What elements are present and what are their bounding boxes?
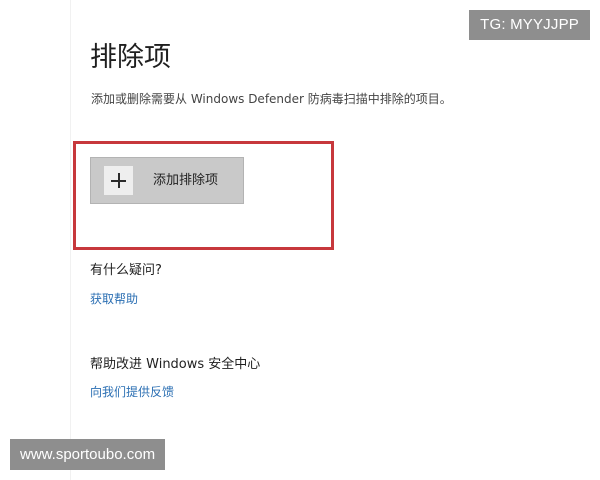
plus-icon	[104, 166, 133, 195]
exclusions-settings-page: TG: MYYJJPP 排除项 添加或删除需要从 Windows Defende…	[0, 0, 600, 480]
pane-divider	[70, 0, 71, 480]
give-feedback-link[interactable]: 向我们提供反馈	[90, 383, 174, 401]
add-exclusion-button[interactable]: 添加排除项	[90, 157, 244, 204]
improve-security-heading: 帮助改进 Windows 安全中心	[90, 357, 261, 372]
add-exclusion-label: 添加排除项	[153, 173, 219, 188]
page-description: 添加或删除需要从 Windows Defender 防病毒扫描中排除的项目。	[91, 92, 452, 106]
tg-overlay-badge: TG: MYYJJPP	[469, 10, 590, 40]
page-title: 排除项	[90, 42, 171, 73]
site-watermark: www.sportoubo.com	[10, 439, 166, 470]
get-help-link[interactable]: 获取帮助	[90, 290, 138, 308]
help-question-heading: 有什么疑问?	[90, 263, 162, 278]
